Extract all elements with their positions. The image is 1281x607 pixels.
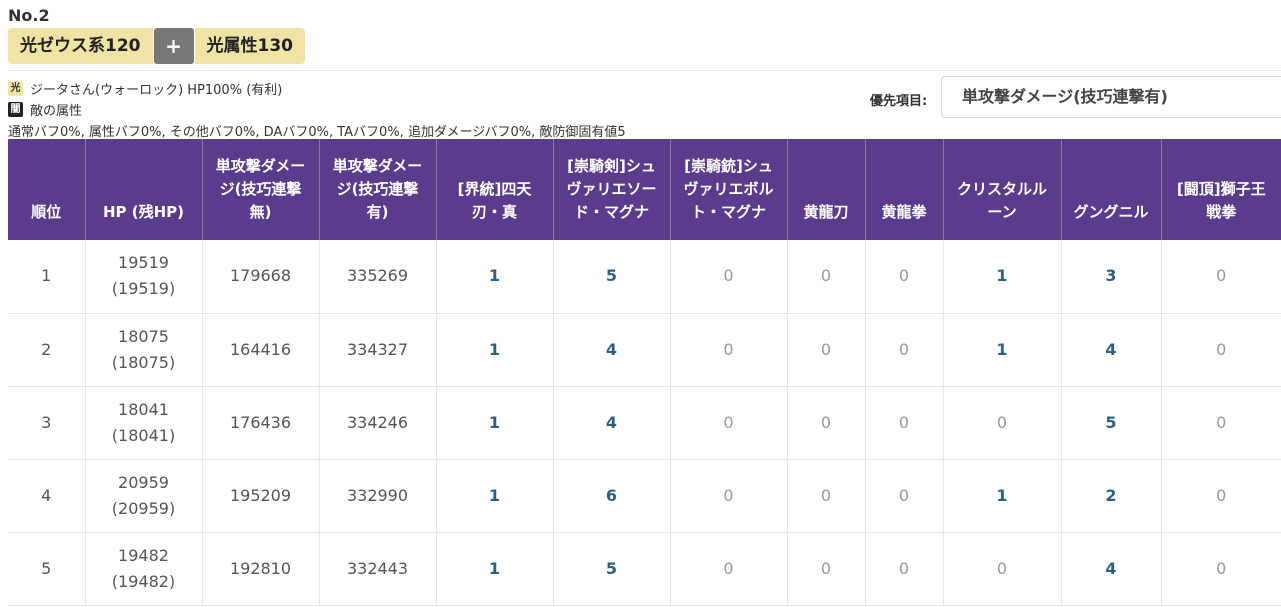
header-weapon-crystal-rune[interactable]: クリスタルルーン [942,139,1061,240]
hp-cell: 19482 (19482) [84,532,202,606]
weapon-count-cell: 0 [864,532,943,606]
weapon-count-cell: 0 [786,532,865,606]
damage-combo-cell: 334327 [318,313,436,387]
weapon-count-cell: 4 [1060,532,1161,606]
weapon-count-cell: 0 [669,532,787,606]
summon-chips: 光ゼウス系120 + 光属性130 [8,28,305,64]
weapon-count-cell: 0 [786,459,865,533]
weapon-count-cell: 0 [669,313,787,387]
light-element-icon: 光 [8,81,23,96]
results-table: 順位 HP (残HP) 単攻撃ダメージ(技巧連撃無) 単攻撃ダメージ(技巧連撃有… [8,139,1281,606]
weapon-count-cell: 2 [1060,459,1161,533]
rank-cell: 1 [8,240,85,314]
table-row[interactable]: 3 18041 (18041) 176436 334246 1 4 0 0 0 0… [8,386,1281,460]
header-damage-combo[interactable]: 単攻撃ダメージ(技巧連撃有) [318,139,436,240]
character-info: 光 ジータさん(ウォーロック) HP100% (有利) [8,79,282,98]
table-row[interactable]: 4 20959 (20959) 195209 332990 1 6 0 0 0 1… [8,459,1281,533]
weapon-count-cell: 0 [1160,240,1281,314]
table-row[interactable]: 1 19519 (19519) 179668 335269 1 5 0 0 0 1… [8,240,1281,314]
header-weapon-korinto[interactable]: 黄龍刀 [786,139,865,240]
dark-element-icon: 闇 [8,102,23,117]
weapon-count-cell: 1 [942,313,1061,387]
weapon-count-cell: 0 [669,386,787,460]
header-weapon-gungnir[interactable]: グングニル [1060,139,1161,240]
damage-combo-cell: 335269 [318,240,436,314]
damage-no-combo-cell: 176436 [201,386,319,460]
hp-cell: 19519 (19519) [84,240,202,314]
damage-no-combo-cell: 164416 [201,313,319,387]
weapon-count-cell: 0 [942,532,1061,606]
hp-cell: 18075 (18075) [84,313,202,387]
header-rank[interactable]: 順位 [8,139,85,240]
rank-cell: 4 [8,459,85,533]
weapon-count-cell: 0 [786,313,865,387]
weapon-count-cell: 1 [435,386,553,460]
header-weapon-chevalier-sword[interactable]: [崇騎剣]シュヴァリエソード・マグナ [552,139,670,240]
weapon-count-cell: 4 [1060,313,1161,387]
priority-select[interactable]: 単攻撃ダメージ(技巧連撃有) [941,76,1281,118]
result-number: No.2 [8,6,50,25]
weapon-count-cell: 0 [786,386,865,460]
rank-cell: 2 [8,313,85,387]
enemy-text: 敵の属性 [30,104,83,119]
weapon-count-cell: 1 [435,313,553,387]
weapon-count-cell: 1 [435,459,553,533]
header-weapon-korinken[interactable]: 黄龍拳 [864,139,943,240]
weapon-count-cell: 4 [552,386,670,460]
weapon-count-cell: 0 [864,240,943,314]
plus-icon: + [153,28,194,64]
weapon-count-cell: 0 [1160,313,1281,387]
header-hp[interactable]: HP (残HP) [84,139,202,240]
table-header-row: 順位 HP (残HP) 単攻撃ダメージ(技巧連撃無) 単攻撃ダメージ(技巧連撃有… [8,139,1281,240]
header-damage-no-combo[interactable]: 単攻撃ダメージ(技巧連撃無) [201,139,319,240]
weapon-count-cell: 6 [552,459,670,533]
table-row[interactable]: 5 19482 (19482) 192810 332443 1 5 0 0 0 0… [8,532,1281,606]
damage-no-combo-cell: 179668 [201,240,319,314]
weapon-count-cell: 1 [435,532,553,606]
weapon-count-cell: 3 [1060,240,1161,314]
buff-summary: 通常バフ0%, 属性バフ0%, その他バフ0%, DAバフ0%, TAバフ0%,… [8,125,626,140]
damage-combo-cell: 334246 [318,386,436,460]
table-row[interactable]: 2 18075 (18075) 164416 334327 1 4 0 0 0 1… [8,313,1281,387]
weapon-count-cell: 0 [864,313,943,387]
weapon-count-cell: 1 [435,240,553,314]
rank-cell: 5 [8,532,85,606]
weapon-count-cell: 0 [786,240,865,314]
weapon-count-cell: 5 [552,532,670,606]
weapon-count-cell: 5 [1060,386,1161,460]
rank-cell: 3 [8,386,85,460]
priority-label: 優先項目: [870,94,928,109]
damage-no-combo-cell: 195209 [201,459,319,533]
damage-combo-cell: 332990 [318,459,436,533]
weapon-count-cell: 0 [864,386,943,460]
header-weapon-chevalier-bolt[interactable]: [崇騎銃]シュヴァリエボルト・マグナ [669,139,787,240]
divider [8,70,1281,71]
summon-chip-light[interactable]: 光属性130 [194,28,305,64]
character-text: ジータさん(ウォーロック) HP100% (有利) [30,83,283,98]
weapon-count-cell: 4 [552,313,670,387]
weapon-count-cell: 1 [942,459,1061,533]
weapon-count-cell: 0 [1160,386,1281,460]
header-weapon-shishiou[interactable]: [闘頂]獅子王戦拳 [1160,139,1281,240]
damage-no-combo-cell: 192810 [201,532,319,606]
weapon-count-cell: 0 [1160,459,1281,533]
weapon-count-cell: 0 [669,459,787,533]
summon-chip-zeus[interactable]: 光ゼウス系120 [8,28,153,64]
weapon-count-cell: 0 [864,459,943,533]
weapon-count-cell: 5 [552,240,670,314]
weapon-count-cell: 1 [942,240,1061,314]
enemy-info: 闇 敵の属性 [8,100,82,119]
damage-combo-cell: 332443 [318,532,436,606]
hp-cell: 18041 (18041) [84,386,202,460]
weapon-count-cell: 0 [669,240,787,314]
header-weapon-shitenjin[interactable]: [界統]四天刃・真 [435,139,553,240]
weapon-count-cell: 0 [942,386,1061,460]
weapon-count-cell: 0 [1160,532,1281,606]
hp-cell: 20959 (20959) [84,459,202,533]
